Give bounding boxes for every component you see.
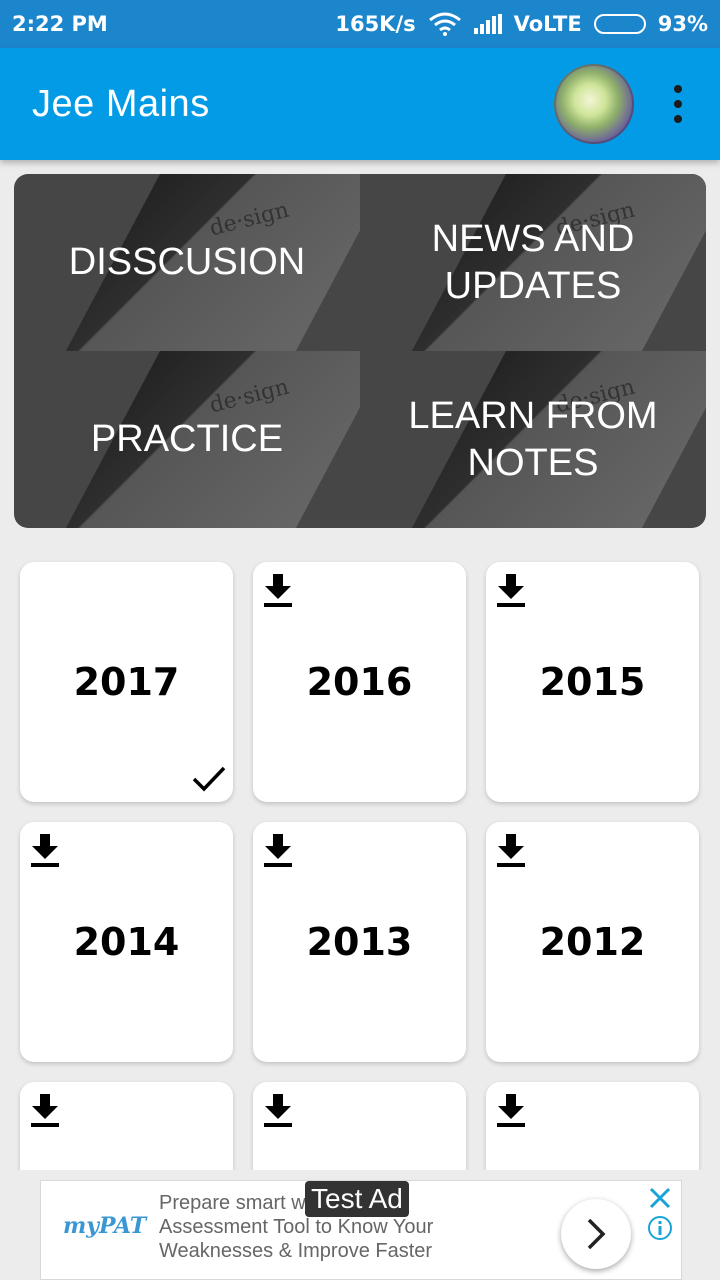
year-card[interactable]: 2015 bbox=[486, 562, 699, 802]
year-label: 2016 bbox=[306, 660, 413, 704]
check-icon bbox=[192, 766, 226, 792]
year-label: 2013 bbox=[306, 920, 413, 964]
download-icon[interactable] bbox=[263, 1092, 293, 1128]
year-label: 2015 bbox=[539, 660, 646, 704]
download-icon[interactable] bbox=[263, 572, 293, 608]
download-icon[interactable] bbox=[263, 832, 293, 868]
year-card[interactable] bbox=[253, 1082, 466, 1170]
signal-icon bbox=[473, 14, 502, 34]
menu-tile-label: LEARN FROM NOTES bbox=[408, 394, 658, 484]
wifi-icon bbox=[428, 12, 461, 36]
download-icon[interactable] bbox=[30, 832, 60, 868]
status-bar: 2:22 PM 165K/s VoLTE 93% bbox=[0, 0, 720, 48]
network-speed: 165K/s bbox=[335, 12, 416, 36]
year-card[interactable] bbox=[20, 1082, 233, 1170]
menu-tile-label: PRACTICE bbox=[90, 418, 284, 460]
menu-tile-discussion[interactable]: de·sign DISSCUSION bbox=[14, 174, 360, 351]
year-card[interactable] bbox=[486, 1082, 699, 1170]
year-card[interactable]: 2016 bbox=[253, 562, 466, 802]
year-card[interactable]: 2014 bbox=[20, 822, 233, 1062]
download-icon[interactable] bbox=[496, 832, 526, 868]
year-label: 2014 bbox=[73, 920, 180, 964]
chevron-right-icon bbox=[587, 1218, 606, 1250]
ad-logo: myPAT bbox=[63, 1213, 147, 1239]
menu-tile-news[interactable]: de·sign NEWS AND UPDATES bbox=[360, 174, 706, 351]
app-title: Jee Mains bbox=[32, 82, 210, 125]
download-icon[interactable] bbox=[496, 572, 526, 608]
battery-percent: 93% bbox=[657, 12, 708, 36]
year-label: 2012 bbox=[539, 920, 646, 964]
year-card[interactable]: 2017 bbox=[20, 562, 233, 802]
network-type: VoLTE bbox=[513, 12, 582, 36]
year-label: 2017 bbox=[73, 660, 180, 704]
overflow-menu-icon[interactable] bbox=[668, 85, 688, 123]
battery-icon bbox=[593, 14, 646, 34]
menu-card: de·sign DISSCUSION de·sign NEWS AND UPDA… bbox=[14, 174, 706, 528]
menu-tile-practice[interactable]: de·sign PRACTICE bbox=[14, 351, 360, 528]
app-bar: Jee Mains bbox=[0, 48, 720, 160]
status-right: 165K/s VoLTE 93% bbox=[335, 12, 708, 36]
menu-tile-notes[interactable]: de·sign LEARN FROM NOTES bbox=[360, 351, 706, 528]
download-icon[interactable] bbox=[496, 1092, 526, 1128]
year-card[interactable]: 2013 bbox=[253, 822, 466, 1062]
menu-tile-label: DISSCUSION bbox=[68, 241, 306, 283]
test-ad-badge: Test Ad bbox=[305, 1181, 409, 1217]
avatar[interactable] bbox=[554, 64, 634, 144]
menu-tile-label: NEWS AND UPDATES bbox=[431, 217, 635, 307]
ad-next-button[interactable] bbox=[561, 1199, 631, 1269]
status-time: 2:22 PM bbox=[12, 12, 108, 36]
download-icon[interactable] bbox=[30, 1092, 60, 1128]
info-icon[interactable] bbox=[647, 1215, 673, 1241]
ad-banner[interactable]: myPAT Prepare smart with Online Assessme… bbox=[40, 1180, 682, 1280]
close-icon[interactable] bbox=[647, 1185, 673, 1211]
year-grid: 2017 2016 2015 2014 2013 2012 bbox=[10, 552, 710, 1170]
year-card[interactable]: 2012 bbox=[486, 822, 699, 1062]
